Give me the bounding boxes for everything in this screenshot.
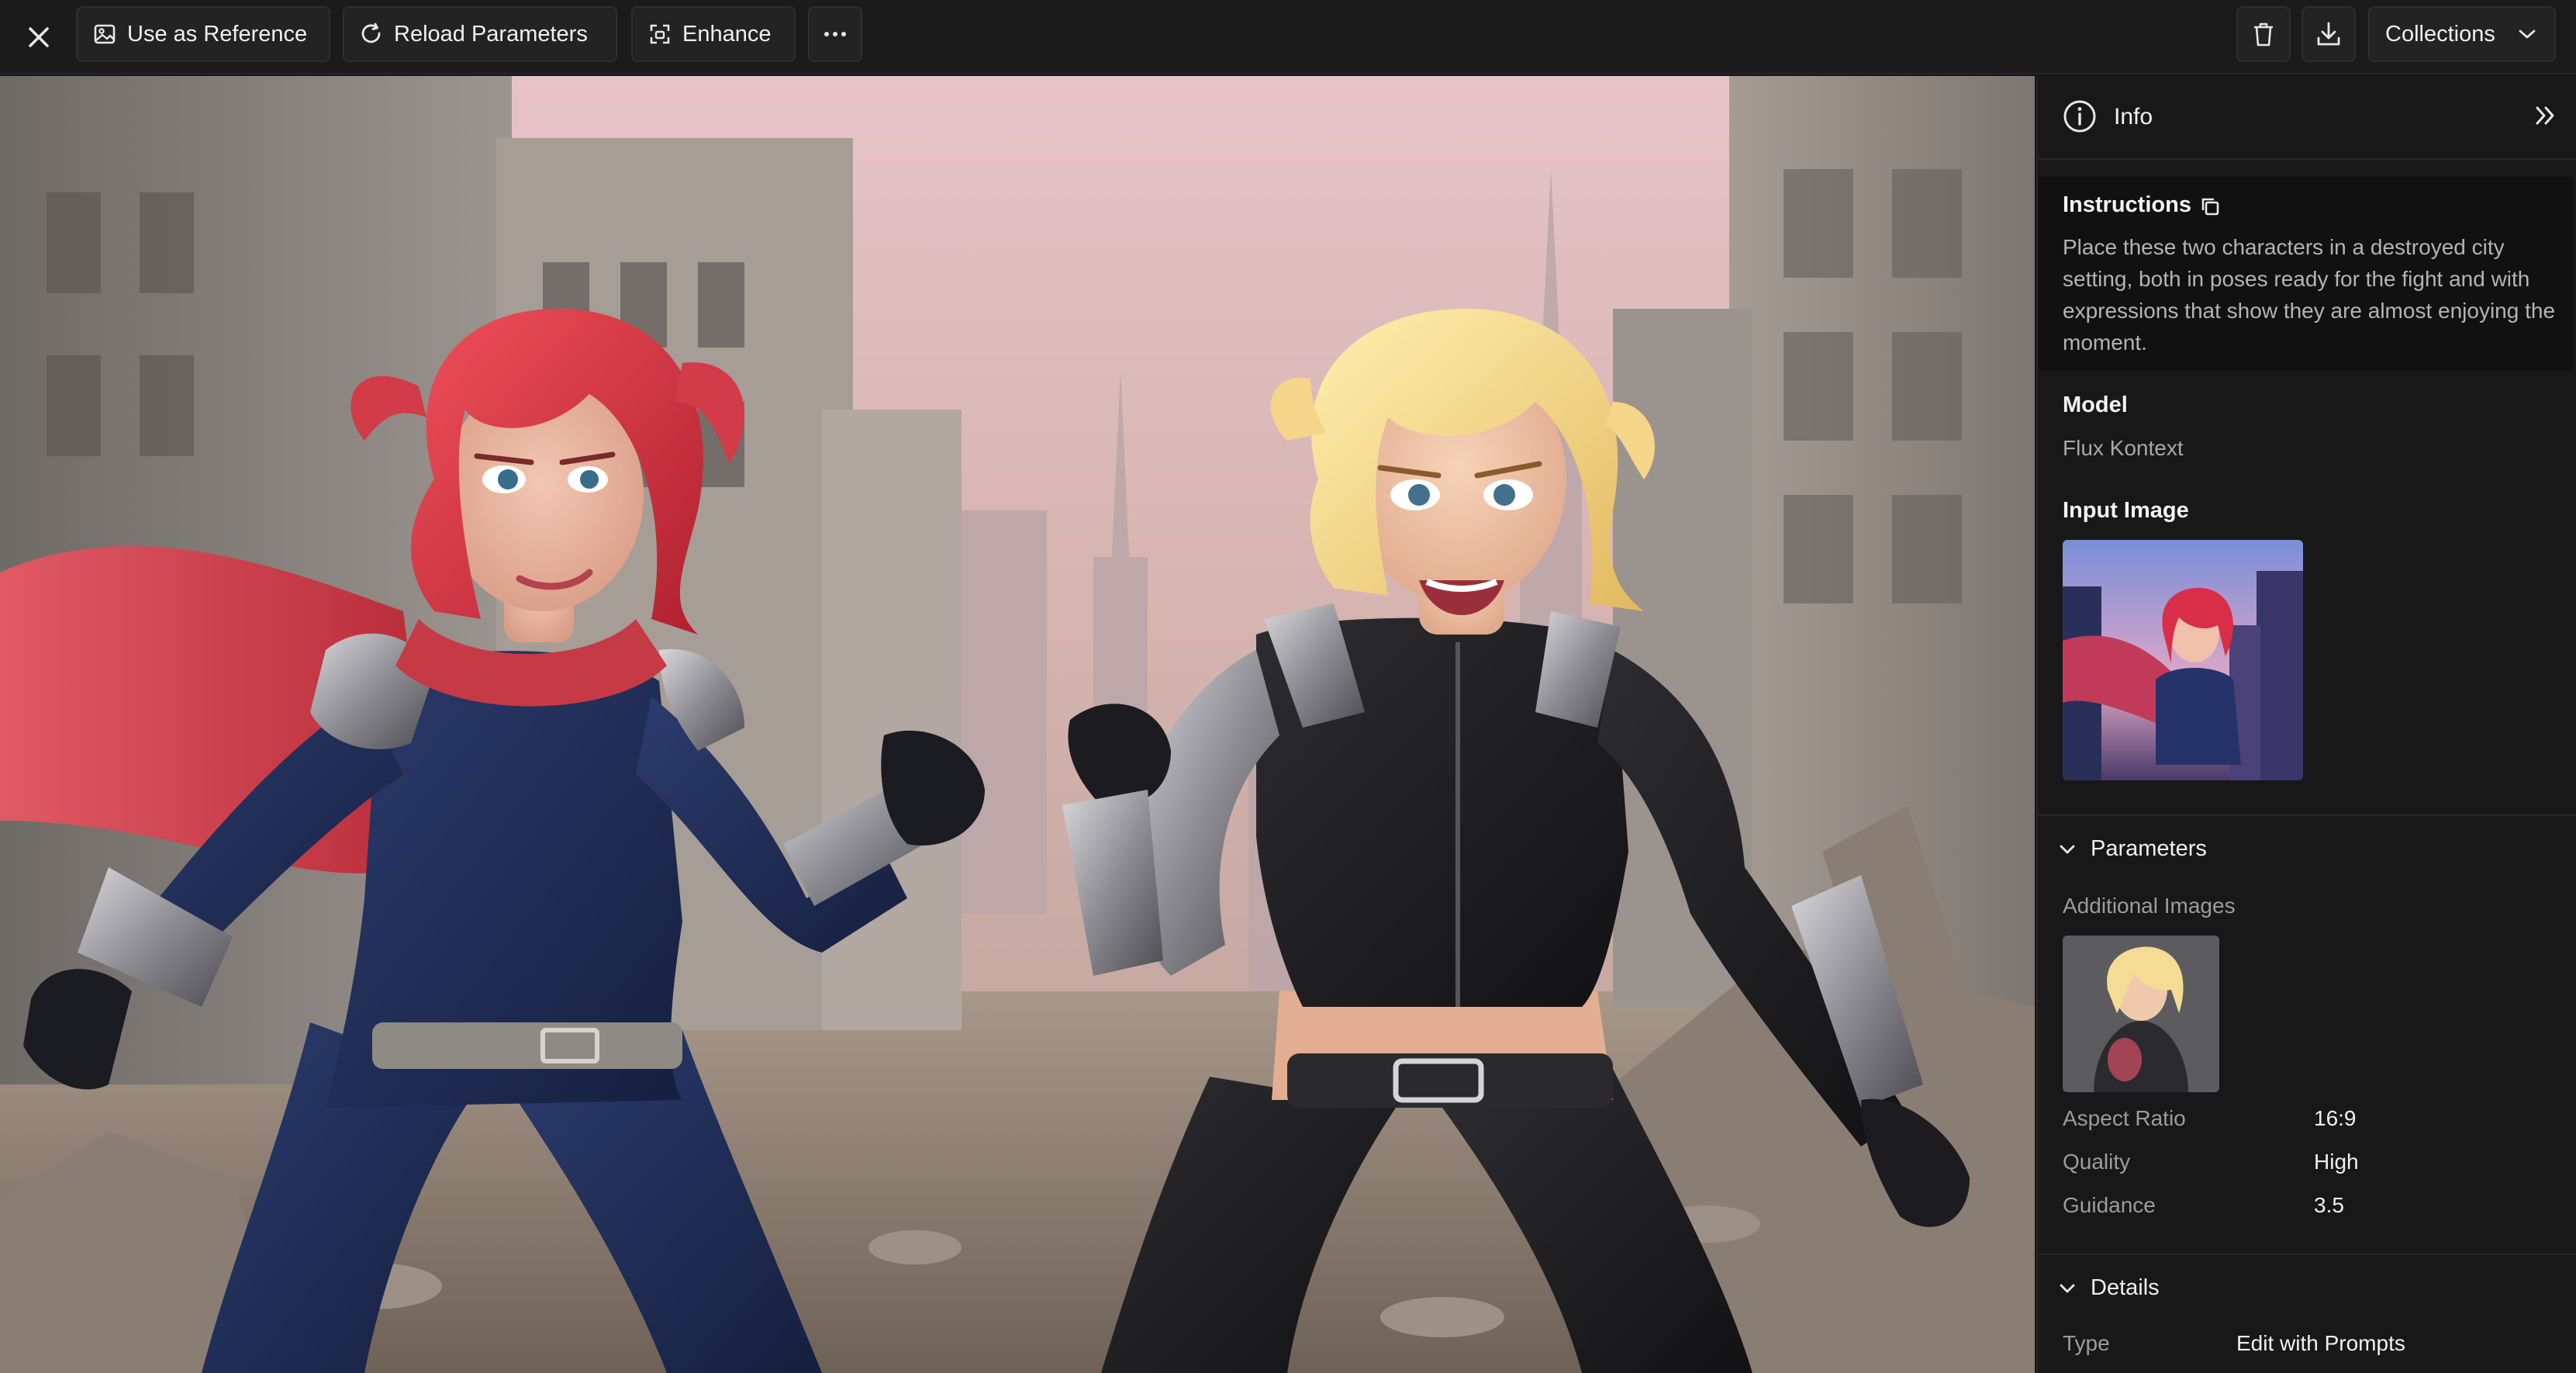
more-options-button[interactable]	[808, 6, 862, 62]
guidance-value: 3.5	[2314, 1193, 2344, 1217]
download-button[interactable]	[2301, 6, 2356, 62]
aspect-ratio-value: 16:9	[2314, 1106, 2357, 1130]
reload-icon	[361, 22, 381, 43]
reload-parameters-label: Reload Parameters	[394, 21, 588, 47]
type-value: Edit with Prompts	[2236, 1331, 2405, 1355]
guidance-key: Guidance	[2063, 1193, 2156, 1217]
generated-image	[0, 76, 2035, 1373]
additional-image-thumbnail[interactable]	[2063, 936, 2219, 1092]
download-icon	[2317, 22, 2340, 46]
enhance-label: Enhance	[682, 21, 772, 47]
parameters-toggle[interactable]: Parameters	[2060, 836, 2207, 862]
use-as-reference-label: Use as Reference	[127, 21, 308, 47]
info-icon	[2063, 100, 2096, 133]
image-illustration	[0, 76, 2035, 1373]
collections-dropdown[interactable]: Collections	[2368, 6, 2556, 62]
instructions-label: Instructions	[2063, 192, 2191, 217]
chevron-down-icon	[2060, 845, 2075, 853]
parameters-label: Parameters	[2091, 836, 2207, 861]
panel-header: Info	[2038, 76, 2576, 160]
info-panel: Info Instructions Place these two charac…	[2036, 76, 2576, 1373]
use-as-reference-button[interactable]: Use as Reference	[76, 6, 330, 62]
close-icon	[29, 27, 49, 47]
input-image-label: Input Image	[2063, 498, 2189, 523]
input-image-thumbnail[interactable]	[2063, 540, 2303, 780]
reload-parameters-button[interactable]: Reload Parameters	[343, 6, 617, 62]
close-button[interactable]	[16, 14, 62, 61]
instructions-text: Place these two characters in a destroye…	[2063, 235, 2556, 354]
chevron-down-icon	[2519, 29, 2536, 39]
chevron-down-icon	[2060, 1284, 2075, 1292]
model-value: Flux Kontext	[2063, 436, 2184, 460]
collections-label: Collections	[2385, 21, 2495, 47]
panel-title: Info	[2114, 104, 2153, 130]
additional-images-label: Additional Images	[2063, 894, 2236, 918]
input-image-art	[2063, 540, 2303, 780]
quality-key: Quality	[2063, 1150, 2131, 1174]
type-key: Type	[2063, 1331, 2110, 1355]
divider	[2038, 814, 2576, 816]
trash-icon	[2254, 22, 2273, 47]
details-label: Details	[2091, 1275, 2160, 1300]
top-toolbar: Use as Reference Reload Parameters Enhan…	[0, 0, 2576, 74]
divider	[2038, 1254, 2576, 1255]
delete-button[interactable]	[2236, 6, 2291, 62]
enhance-button[interactable]: Enhance	[631, 6, 796, 62]
copy-icon[interactable]	[2199, 195, 2221, 217]
double-chevron-right-icon[interactable]	[2534, 104, 2557, 127]
aspect-ratio-key: Aspect Ratio	[2063, 1106, 2186, 1130]
image-icon	[94, 24, 116, 44]
quality-value: High	[2314, 1150, 2359, 1174]
details-toggle[interactable]: Details	[2060, 1275, 2160, 1301]
model-label: Model	[2063, 393, 2128, 417]
enhance-icon	[650, 24, 670, 44]
more-icon	[824, 32, 846, 36]
additional-image-art	[2063, 936, 2219, 1092]
